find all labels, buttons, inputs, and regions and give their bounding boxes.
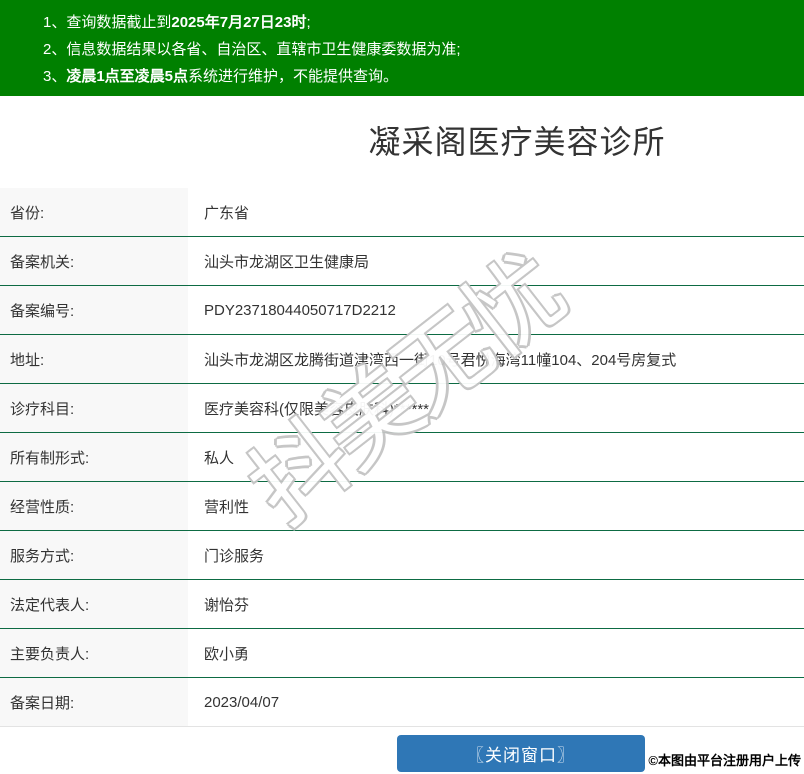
notice-text-bold: 凌晨1点至凌晨5点 [66,68,189,85]
row-value: 谢怡芬 [204,596,250,614]
row-label: 所有制形式: [0,433,188,481]
table-row: 法定代表人: 谢怡芬 [0,580,804,629]
notice-line-1: 1、查询数据截止到2025年7月27日23时; [0,9,804,36]
notice-text: ; [306,14,311,31]
row-value: 广东省 [204,204,250,222]
notice-text: 查询数据截止到 [66,14,172,31]
table-row: 省份: 广东省 [0,188,804,237]
row-label: 主要负责人: [0,629,188,677]
table-row: 备案日期: 2023/04/07 [0,678,804,727]
row-label: 地址: [0,335,188,383]
row-label: 法定代表人: [0,580,188,628]
table-row: 主要负责人: 欧小勇 [0,629,804,678]
row-value: 汕头市龙湖区卫生健康局 [204,253,370,271]
notice-line-2: 2、信息数据结果以各省、自治区、直辖市卫生健康委数据为准; [0,36,804,63]
table-row: 备案编号: PDY23718044050717D2212 [0,286,804,335]
table-row: 地址: 汕头市龙湖区龙腾街道津湾西一街10号君悦海湾11幢104、204号房复式 [0,335,804,384]
close-window-button[interactable]: 〖关闭窗口〗 [397,735,645,772]
table-row: 服务方式: 门诊服务 [0,531,804,580]
notice-banner: 1、查询数据截止到2025年7月27日23时; 2、信息数据结果以各省、自治区、… [0,0,804,96]
row-value: 欧小勇 [204,645,250,663]
row-label: 诊疗科目: [0,384,188,432]
notice-number: 3、 [43,68,67,85]
table-row: 所有制形式: 私人 [0,433,804,482]
upload-caption: ©本图由平台注册用户上传 [648,753,801,768]
table-row: 备案机关: 汕头市龙湖区卫生健康局 [0,237,804,286]
row-label: 备案机关: [0,237,188,285]
notice-line-3: 3、凌晨1点至凌晨5点系统进行维护，不能提供查询。 [0,63,804,90]
row-value: 2023/04/07 [204,693,280,711]
notice-number: 2、 [43,41,67,58]
notice-text: 系统进行维护，不能提供查询。 [188,68,399,85]
row-label: 经营性质: [0,482,188,530]
row-value: 医疗美容科(仅限美容皮肤科)****** [204,400,430,418]
notice-text: 信息数据结果以各省、自治区、直辖市卫生健康委数据为准; [66,41,461,58]
row-value: PDY23718044050717D2212 [204,301,396,319]
notice-text-bold: 2025年7月27日23时 [171,14,307,31]
page-title: 凝采阁医疗美容诊所 [368,124,666,160]
table-row: 诊疗科目: 医疗美容科(仅限美容皮肤科)****** [0,384,804,433]
info-table: 省份: 广东省 备案机关: 汕头市龙湖区卫生健康局 备案编号: PDY23718… [0,188,804,727]
row-value: 门诊服务 [204,547,265,565]
row-label: 备案日期: [0,678,188,726]
row-label: 服务方式: [0,531,188,579]
row-label: 省份: [0,188,188,236]
notice-number: 1、 [43,14,67,31]
row-value: 私人 [204,449,235,467]
row-value: 营利性 [204,498,250,516]
row-value: 汕头市龙湖区龙腾街道津湾西一街10号君悦海湾11幢104、204号房复式 [204,351,677,369]
table-row: 经营性质: 营利性 [0,482,804,531]
row-label: 备案编号: [0,286,188,334]
